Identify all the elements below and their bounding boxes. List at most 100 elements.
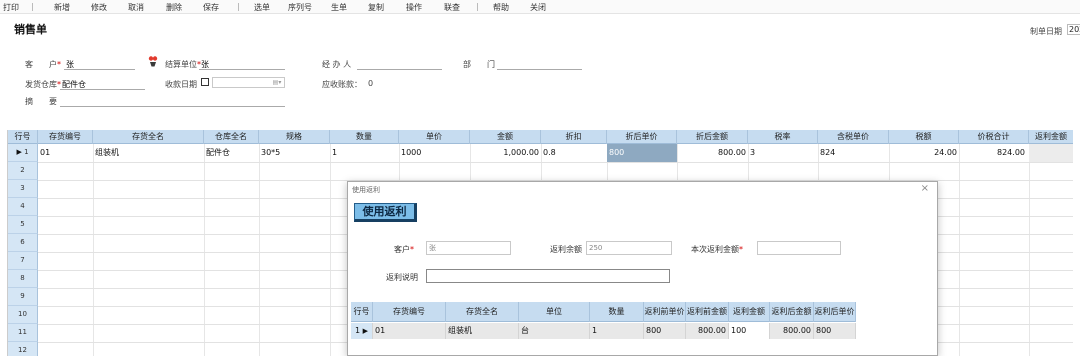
drow1-number[interactable]: 1 ▶ xyxy=(351,323,373,339)
receive-date-checkbox[interactable] xyxy=(201,78,209,86)
row1-warehouse[interactable]: 配件仓 xyxy=(204,144,259,162)
row-number-2[interactable]: 2 xyxy=(8,162,38,180)
col-tax-rate[interactable]: 税率 xyxy=(748,130,818,144)
dcol-item-name[interactable]: 存货全名 xyxy=(446,302,519,322)
warehouse-field[interactable] xyxy=(60,89,145,90)
select-order-button[interactable]: 选单 xyxy=(254,2,270,13)
customer-field-underline xyxy=(64,69,135,70)
dcol-unit[interactable]: 单位 xyxy=(519,302,590,322)
drow1-rebate[interactable]: 100 xyxy=(729,323,770,339)
col-item-name[interactable]: 存货全名 xyxy=(93,130,204,144)
col-amount[interactable]: 金额 xyxy=(470,130,541,144)
dcol-pre-amount[interactable]: 返利前金额 xyxy=(686,302,729,322)
dialog-customer-field[interactable]: 张 xyxy=(426,241,511,255)
col-discounted-price[interactable]: 折后单价 xyxy=(607,130,677,144)
row1-item-name[interactable]: 组装机 xyxy=(93,144,204,162)
serial-number-button[interactable]: 序列号 xyxy=(288,2,312,13)
print-button[interactable]: 打印 xyxy=(3,2,19,13)
spacer xyxy=(62,69,64,70)
settle-unit-field[interactable] xyxy=(199,69,285,70)
handler-label: 经 办 人 xyxy=(322,60,352,69)
receive-date-picker[interactable]: ▤▾ xyxy=(212,77,285,88)
col-discount[interactable]: 折扣 xyxy=(541,130,607,144)
cancel-button[interactable]: 取消 xyxy=(128,2,144,13)
col-item-code[interactable]: 存货编号 xyxy=(38,130,93,144)
row1-discounted-amount[interactable]: 800.00 xyxy=(677,144,748,162)
calendar-dropdown-icon[interactable]: ▤▾ xyxy=(270,78,284,87)
drow1-quantity[interactable]: 1 xyxy=(590,323,644,339)
row-number-1[interactable]: ▶ 1 xyxy=(8,144,38,162)
edit-button[interactable]: 修改 xyxy=(91,2,107,13)
col-spec[interactable]: 规格 xyxy=(259,130,330,144)
col-unit-price[interactable]: 单价 xyxy=(399,130,470,144)
drow1-post-price[interactable]: 800 xyxy=(814,323,856,339)
col-total[interactable]: 价税合计 xyxy=(959,130,1029,144)
row1-rebate-amount[interactable] xyxy=(1029,144,1073,162)
drow1-item-code[interactable]: 01 xyxy=(373,323,446,339)
row1-spec[interactable]: 30*5 xyxy=(259,144,330,162)
col-quantity[interactable]: 数量 xyxy=(330,130,399,144)
col-tax[interactable]: 税额 xyxy=(889,130,959,144)
grid-header: 行号 存货编号 存货全名 仓库全名 规格 数量 单价 金额 折扣 折后单价 折后… xyxy=(8,130,1073,144)
toolbar-separator xyxy=(238,3,239,11)
row-number-12[interactable]: 12 xyxy=(8,342,38,356)
drow1-post-amount[interactable]: 800.00 xyxy=(770,323,814,339)
department-field[interactable] xyxy=(497,69,582,70)
copy-button[interactable]: 复制 xyxy=(368,2,384,13)
drow1-item-name[interactable]: 组装机 xyxy=(446,323,519,339)
inquiry-button[interactable]: 联查 xyxy=(444,2,460,13)
rebate-note-input[interactable] xyxy=(426,269,670,283)
row-number-8[interactable]: 8 xyxy=(8,270,38,288)
col-warehouse[interactable]: 仓库全名 xyxy=(204,130,259,144)
row-number-4[interactable]: 4 xyxy=(8,198,38,216)
row-number-3[interactable]: 3 xyxy=(8,180,38,198)
close-icon[interactable]: × xyxy=(921,183,929,194)
dcol-post-price[interactable]: 返利后单价 xyxy=(814,302,856,322)
drow1-unit[interactable]: 台 xyxy=(519,323,590,339)
new-button[interactable]: 新增 xyxy=(54,2,70,13)
rebate-balance-field: 250 xyxy=(586,241,672,255)
dialog-grid: 行号 存货编号 存货全名 单位 数量 返利前单价 返利前金额 返利金额 返利后金… xyxy=(351,302,936,356)
row1-discount[interactable]: 0.8 xyxy=(541,144,607,162)
page-title: 销售单 xyxy=(14,23,47,36)
row1-total[interactable]: 824.00 xyxy=(959,144,1029,162)
col-rebate-amount[interactable]: 返利金额 xyxy=(1029,130,1073,144)
save-button[interactable]: 保存 xyxy=(203,2,219,13)
row-number-9[interactable]: 9 xyxy=(8,288,38,306)
row1-tax-inclusive-price[interactable]: 824 xyxy=(818,144,889,162)
row1-tax[interactable]: 24.00 xyxy=(889,144,959,162)
row1-discounted-price[interactable]: 800 xyxy=(607,144,677,162)
handler-field[interactable] xyxy=(357,69,442,70)
row-number-5[interactable]: 5 xyxy=(8,216,38,234)
generate-order-button[interactable]: 生单 xyxy=(331,2,347,13)
row1-quantity[interactable]: 1 xyxy=(330,144,399,162)
dcol-row-number: 行号 xyxy=(351,302,373,322)
delete-button[interactable]: 删除 xyxy=(166,2,182,13)
rebate-amount-label: 本次返利金额* xyxy=(691,245,743,254)
dialog-customer-label: 客户* xyxy=(394,245,414,254)
rebate-amount-input[interactable] xyxy=(757,241,841,255)
dcol-rebate[interactable]: 返利金额 xyxy=(729,302,770,322)
dcol-quantity[interactable]: 数量 xyxy=(590,302,644,322)
row1-item-code[interactable]: 01 xyxy=(38,144,93,162)
drow1-pre-amount[interactable]: 800.00 xyxy=(686,323,729,339)
dcol-pre-price[interactable]: 返利前单价 xyxy=(644,302,686,322)
row1-tax-rate[interactable]: 3 xyxy=(748,144,818,162)
col-tax-inclusive-price[interactable]: 含税单价 xyxy=(818,130,889,144)
help-button[interactable]: 帮助 xyxy=(493,2,509,13)
summary-field[interactable] xyxy=(60,106,285,107)
row-number-6[interactable]: 6 xyxy=(8,234,38,252)
row-number-10[interactable]: 10 xyxy=(8,306,38,324)
col-discounted-amount[interactable]: 折后金额 xyxy=(677,130,748,144)
date-field[interactable]: 2024 xyxy=(1067,24,1080,35)
drow1-pre-price[interactable]: 800 xyxy=(644,323,686,339)
row-number-7[interactable]: 7 xyxy=(8,252,38,270)
operation-button[interactable]: 操作 xyxy=(406,2,422,13)
row1-amount[interactable]: 1,000.00 xyxy=(470,144,541,162)
close-button[interactable]: 关闭 xyxy=(530,2,546,13)
row-number-11[interactable]: 11 xyxy=(8,324,38,342)
dcol-post-amount[interactable]: 返利后金额 xyxy=(770,302,814,322)
dcol-item-code[interactable]: 存货编号 xyxy=(373,302,446,322)
row1-unit-price[interactable]: 1000 xyxy=(399,144,470,162)
customer-lookup-icon[interactable] xyxy=(148,56,158,67)
